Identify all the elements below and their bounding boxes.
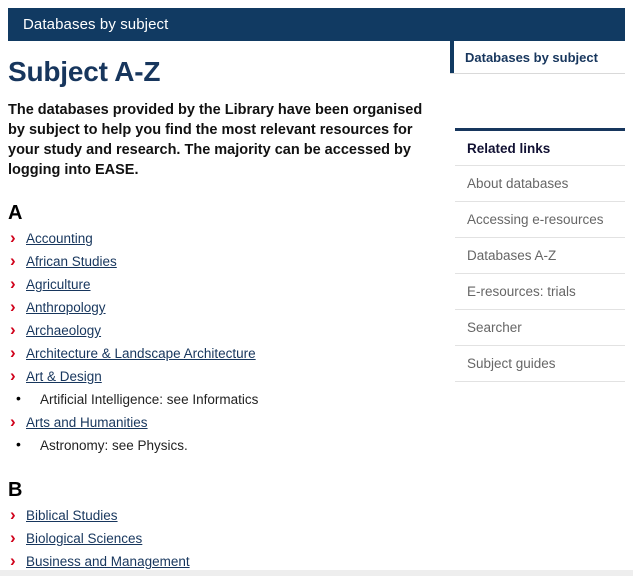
content-wrapper: Subject A-Z The databases provided by th… (0, 41, 633, 576)
subject-list-item[interactable]: Anthropology (8, 296, 450, 319)
subject-link[interactable]: Arts and Humanities (26, 415, 148, 430)
subject-note-label: Astronomy: see Physics. (40, 438, 188, 453)
subject-list-item[interactable]: Agriculture (8, 273, 450, 296)
related-link-item[interactable]: About databases (455, 166, 625, 202)
related-link-item[interactable]: Accessing e-resources (455, 202, 625, 238)
related-link-item[interactable]: Searcher (455, 310, 625, 346)
page-bottom-edge (0, 570, 633, 576)
sidebar-column: Databases by subject Related links About… (450, 41, 633, 382)
tab-databases-by-subject[interactable]: Databases by subject (450, 41, 598, 73)
related-link-item[interactable]: E-resources: trials (455, 274, 625, 310)
related-link[interactable]: Subject guides (455, 346, 625, 381)
related-link-item[interactable]: Databases A-Z (455, 238, 625, 274)
subject-link[interactable]: African Studies (26, 254, 117, 269)
az-sections: AAccounting African Studies Agriculture Ant… (0, 180, 450, 573)
subject-list-item[interactable]: Accounting (8, 227, 450, 250)
page-title: Subject A-Z (8, 56, 161, 87)
subject-link[interactable]: Agriculture (26, 277, 91, 292)
subject-list-item[interactable]: African Studies (8, 250, 450, 273)
letter-heading-b: B (8, 479, 23, 501)
subject-note-item: Astronomy: see Physics. (8, 434, 450, 457)
main-content-column: Subject A-Z The databases provided by th… (0, 41, 450, 573)
subject-list-a: Accounting African Studies Agriculture Anth… (0, 227, 450, 457)
page-banner: Databases by subject (8, 8, 625, 41)
intro-paragraph: The databases provided by the Library ha… (8, 102, 423, 178)
subject-link[interactable]: Biological Sciences (26, 531, 142, 546)
subject-link[interactable]: Archaeology (26, 323, 101, 338)
related-link[interactable]: E-resources: trials (455, 274, 625, 309)
related-link[interactable]: Accessing e-resources (455, 202, 625, 237)
related-links-panel: Related links About databases Accessing e… (455, 128, 625, 382)
letter-heading-a: A (8, 202, 23, 224)
subject-note-label: Artificial Intelligence: see Informatics (40, 392, 259, 407)
subject-link[interactable]: Business and Management (26, 554, 190, 569)
subject-list-item[interactable]: Archaeology (8, 319, 450, 342)
related-links-heading: Related links (455, 131, 625, 166)
subject-link[interactable]: Anthropology (26, 300, 106, 315)
related-link[interactable]: About databases (455, 166, 625, 201)
subject-list-item[interactable]: Arts and Humanities (8, 411, 450, 434)
banner-title: Databases by subject (23, 16, 169, 33)
subject-link[interactable]: Biblical Studies (26, 508, 118, 523)
related-links-list: About databases Accessing e-resources Data… (455, 166, 625, 382)
tab-strip: Databases by subject (450, 41, 625, 74)
subject-link[interactable]: Art & Design (26, 369, 102, 384)
related-link[interactable]: Searcher (455, 310, 625, 345)
subject-link[interactable]: Architecture & Landscape Architecture (26, 346, 256, 361)
subject-list-b: Biblical Studies Biological Sciences Busin… (0, 504, 450, 573)
subject-list-item[interactable]: Biblical Studies (8, 504, 450, 527)
related-link-item[interactable]: Subject guides (455, 346, 625, 382)
subject-note-item: Artificial Intelligence: see Informatics (8, 388, 450, 411)
related-link[interactable]: Databases A-Z (455, 238, 625, 273)
subject-list-item[interactable]: Architecture & Landscape Architecture (8, 342, 450, 365)
subject-link[interactable]: Accounting (26, 231, 93, 246)
subject-list-item[interactable]: Art & Design (8, 365, 450, 388)
subject-list-item[interactable]: Biological Sciences (8, 527, 450, 550)
tab-label: Databases by subject (465, 49, 598, 65)
